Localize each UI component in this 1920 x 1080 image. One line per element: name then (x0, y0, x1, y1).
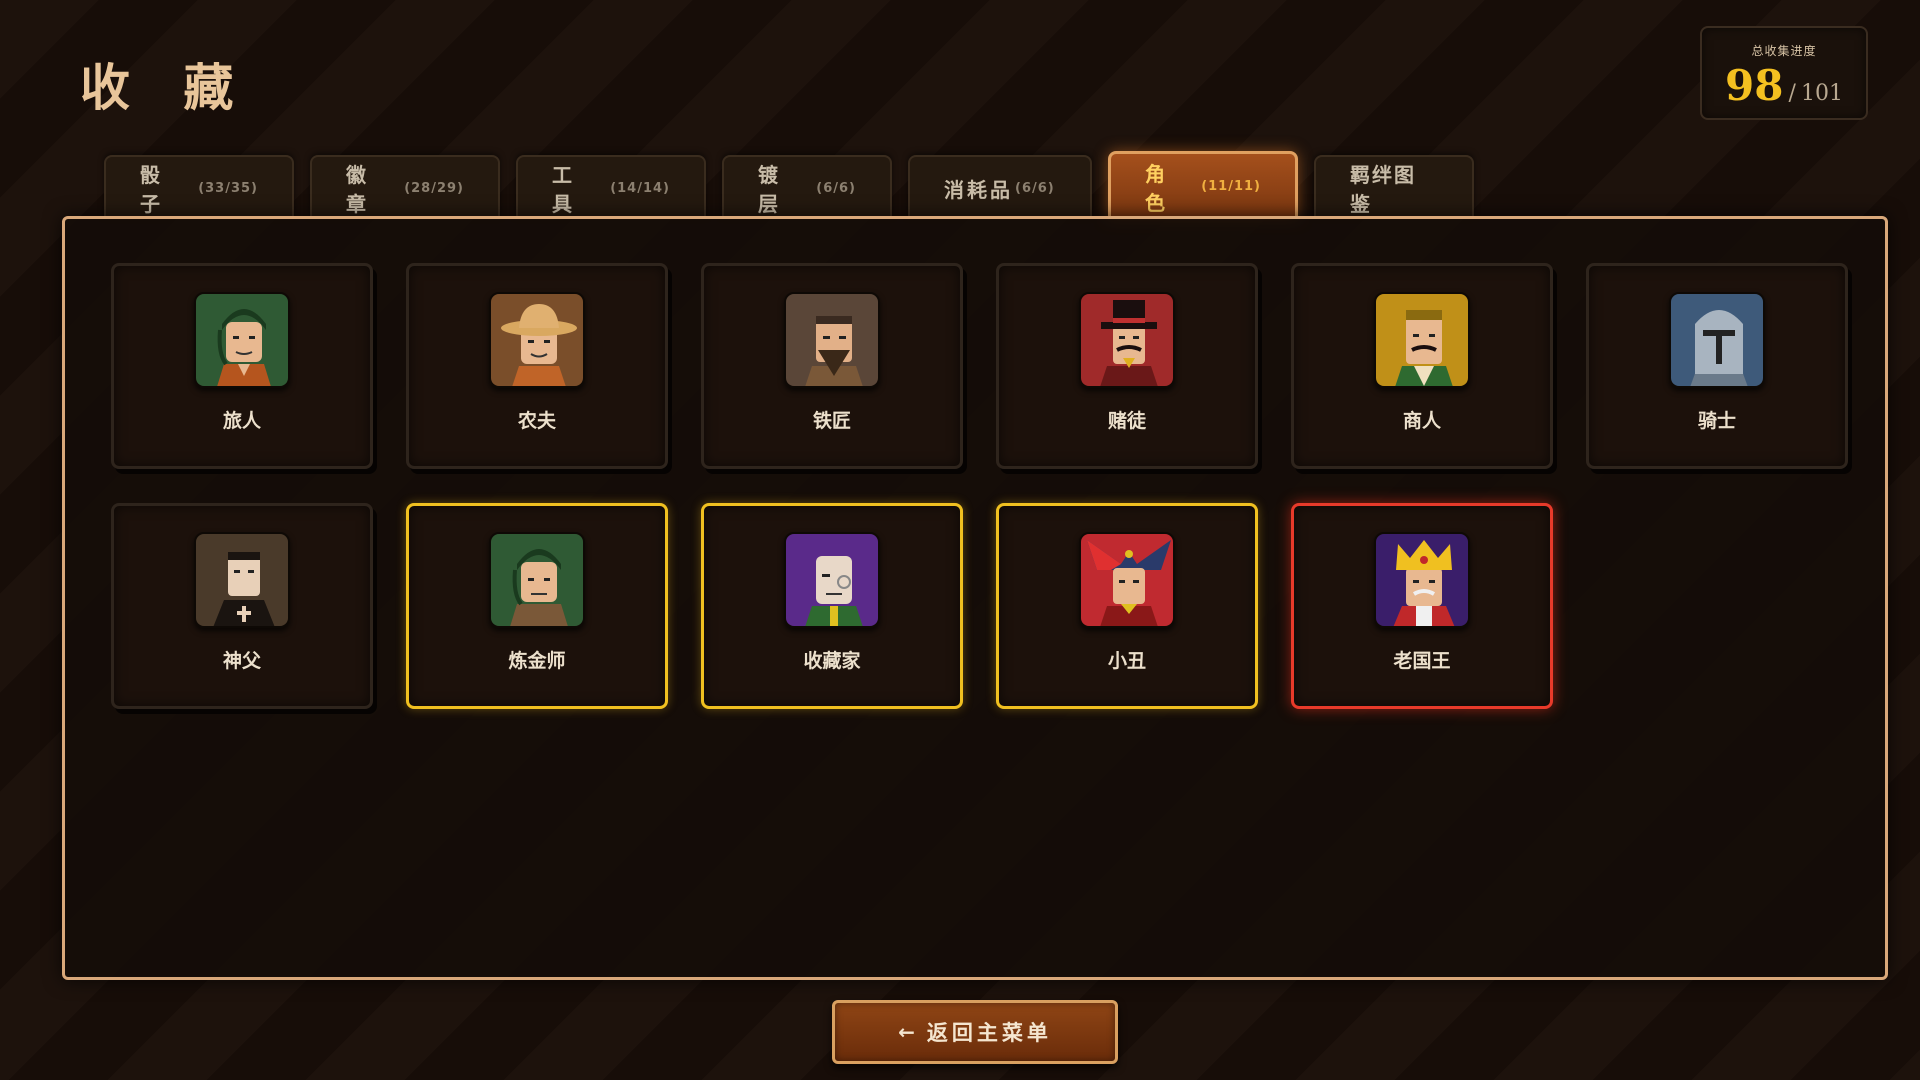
character-card[interactable]: 旅人 (111, 263, 373, 469)
character-card[interactable]: 赌徒 (996, 263, 1258, 469)
tab-tools[interactable]: 工 具 (14/14) (516, 155, 706, 219)
character-card[interactable]: 铁匠 (701, 263, 963, 469)
tab-label: 角 色 (1145, 161, 1173, 215)
character-name: 铁匠 (812, 410, 851, 432)
tab-label: 消耗品 (944, 177, 1013, 202)
character-card[interactable]: 小丑 (996, 503, 1258, 709)
character-name: 小丑 (1107, 650, 1146, 672)
merchant-icon (1374, 292, 1470, 388)
character-card[interactable]: 农夫 (406, 263, 668, 469)
tab-label: 徽 章 (346, 163, 374, 216)
tab-count: (28/29) (404, 180, 464, 196)
priest-icon (194, 532, 290, 628)
progress-label: 总收集进度 (1751, 44, 1817, 58)
character-card[interactable]: 神父 (111, 503, 373, 709)
tab-badges[interactable]: 徽 章 (28/29) (310, 155, 500, 219)
character-name: 旅人 (222, 410, 261, 432)
knight-icon (1669, 292, 1765, 388)
tab-label: 骰 子 (140, 163, 168, 216)
character-name: 炼金师 (508, 650, 566, 672)
jester-icon (1079, 532, 1175, 628)
alchemist-icon (489, 532, 585, 628)
progress-count: 98 / 101 (1702, 61, 1866, 110)
tab-label: 工 具 (552, 163, 580, 216)
collector-icon (784, 532, 880, 628)
tab-dice[interactable]: 骰 子 (33/35) (104, 155, 294, 219)
character-card[interactable]: 炼金师 (406, 503, 668, 709)
tab-count: (6/6) (816, 180, 856, 196)
collection-progress-panel: 总收集进度 98 / 101 (1700, 26, 1868, 120)
page-title: 收 藏 (80, 58, 252, 117)
blacksmith-icon (784, 292, 880, 388)
arrow-left-icon: ← (898, 1020, 915, 1044)
back-to-main-menu-button[interactable]: ← 返回主菜单 (832, 1000, 1118, 1064)
character-name: 骑士 (1697, 410, 1736, 432)
character-card[interactable]: 老国王 (1291, 503, 1553, 709)
character-name: 神父 (222, 650, 261, 672)
tab-count: (6/6) (1015, 180, 1055, 196)
progress-total: 101 (1801, 81, 1844, 106)
tab-label: 羁绊图鉴 (1350, 163, 1416, 216)
tab-characters[interactable]: 角 色 (11/11) (1108, 151, 1298, 219)
character-name: 老国王 (1393, 650, 1451, 672)
character-name: 农夫 (517, 410, 556, 432)
character-grid: 旅人 农夫 铁匠 赌徒 商人 骑士 神父 炼金师 收藏家 小丑 老国王 (111, 263, 1848, 709)
tab-coatings[interactable]: 镀 层 (6/6) (722, 155, 892, 219)
character-card[interactable]: 商人 (1291, 263, 1553, 469)
old-king-icon (1374, 532, 1470, 628)
traveler-icon (194, 292, 290, 388)
character-card[interactable]: 收藏家 (701, 503, 963, 709)
progress-separator: / (1788, 81, 1796, 106)
tab-count: (14/14) (610, 180, 670, 196)
character-name: 商人 (1402, 410, 1441, 432)
farmer-icon (489, 292, 585, 388)
character-name: 赌徒 (1107, 410, 1146, 432)
gambler-icon (1079, 292, 1175, 388)
tab-bond-codex[interactable]: 羁绊图鉴 (1314, 155, 1474, 219)
category-tabs: 骰 子 (33/35) 徽 章 (28/29) 工 具 (14/14) 镀 层 … (104, 151, 1490, 219)
progress-current: 98 (1724, 61, 1784, 110)
character-card[interactable]: 骑士 (1586, 263, 1848, 469)
tab-count: (33/35) (198, 180, 258, 196)
collection-panel: 旅人 农夫 铁匠 赌徒 商人 骑士 神父 炼金师 收藏家 小丑 老国王 (62, 216, 1888, 980)
tab-consumables[interactable]: 消耗品 (6/6) (908, 155, 1092, 219)
tab-label: 镀 层 (758, 163, 786, 216)
character-name: 收藏家 (803, 650, 861, 672)
back-button-label: 返回主菜单 (926, 1021, 1052, 1045)
tab-count: (11/11) (1201, 179, 1261, 194)
